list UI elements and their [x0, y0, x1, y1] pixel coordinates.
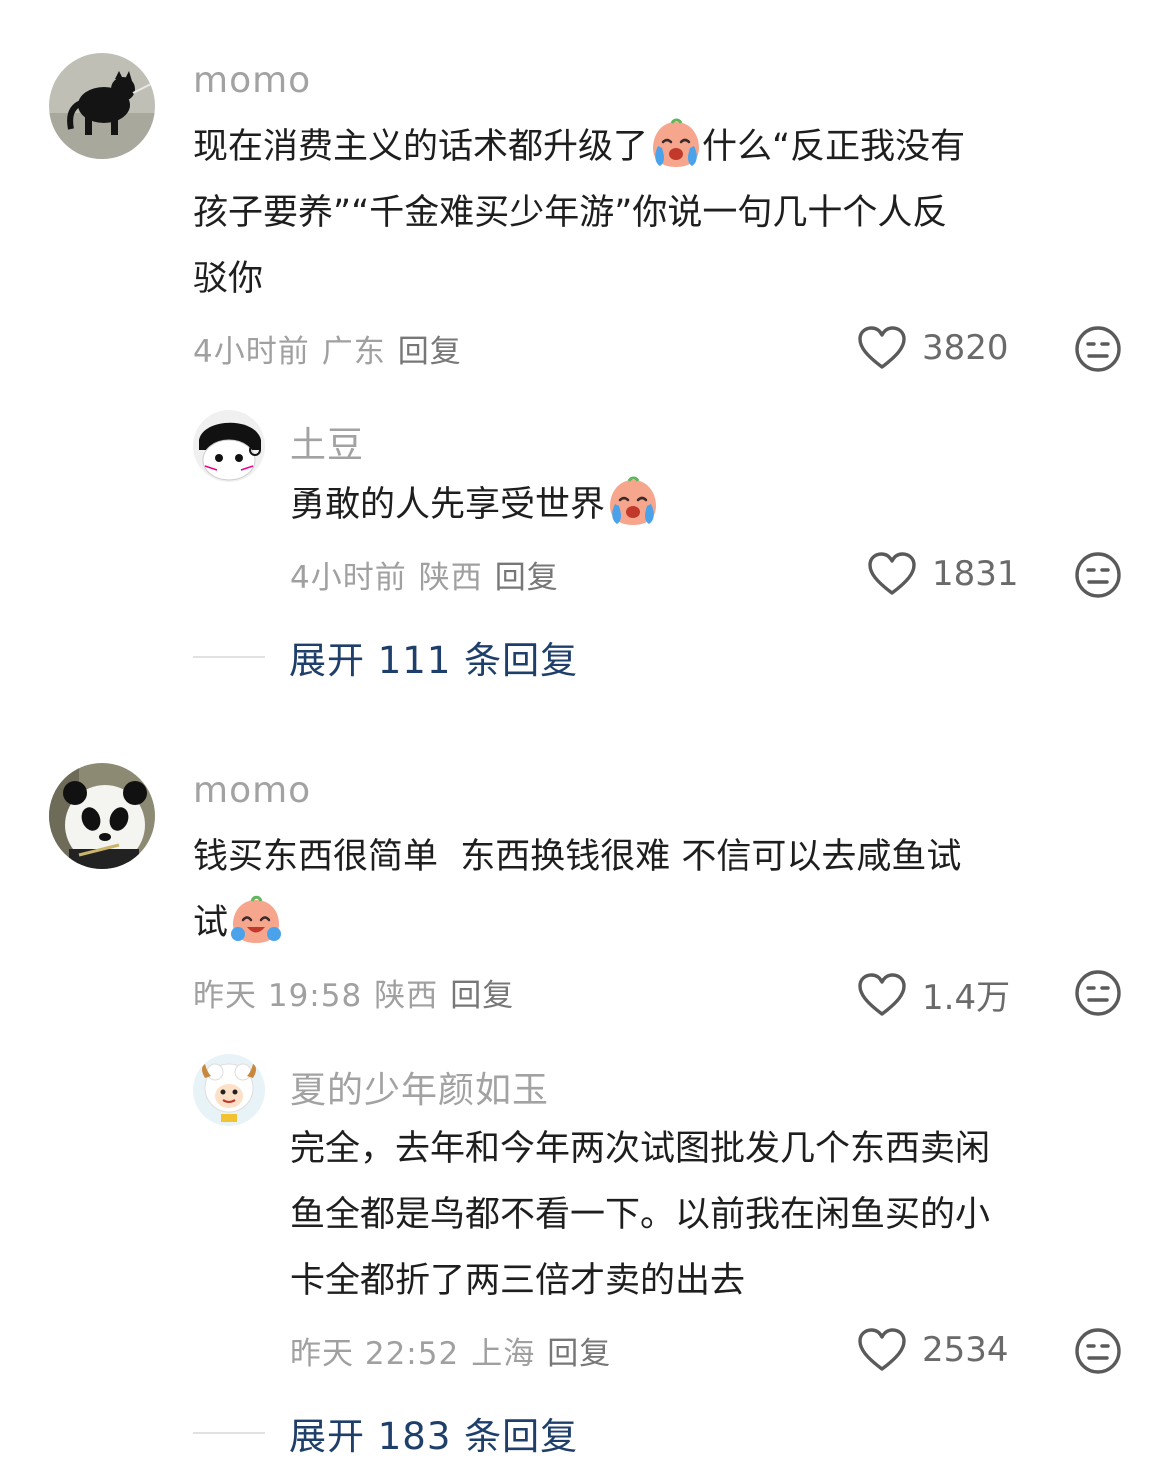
comment-username[interactable]: momo	[193, 60, 311, 101]
cry-laugh-icon	[607, 476, 659, 528]
reply-text-line: 完全，去年和今年两次试图批发几个东西卖闲	[290, 1129, 991, 1169]
expand-replies-label: 展开 183 条回复	[289, 1415, 579, 1458]
reply-button[interactable]: 回复	[398, 334, 462, 370]
heart-outline-icon	[858, 1328, 906, 1372]
like-button[interactable]: 1.4万	[858, 970, 1010, 1019]
expand-replies-button[interactable]: 展开 183 条回复	[193, 1406, 578, 1460]
comment-text-segment: 试	[193, 903, 229, 943]
like-button[interactable]: 1831	[868, 552, 1019, 596]
comment-text-line: 钱买东西很简单 东西换钱很难 不信可以去咸鱼试	[193, 837, 962, 877]
reply-location: 陕西	[418, 560, 483, 596]
meh-face-icon	[1074, 969, 1122, 1017]
meh-face-icon	[1074, 551, 1122, 599]
meh-face-icon	[1074, 1327, 1122, 1375]
reply-username[interactable]: 土豆	[290, 416, 364, 468]
reply-meta: 昨天 22:52 上海 回复	[290, 1328, 623, 1373]
heart-outline-icon	[868, 552, 916, 596]
laugh-tears-icon	[230, 894, 282, 946]
like-count: 2534	[922, 1330, 1009, 1370]
avatar[interactable]	[49, 53, 155, 159]
reply-location: 上海	[471, 1336, 536, 1372]
comment-time: 4小时前	[193, 334, 310, 370]
like-button[interactable]: 2534	[858, 1328, 1009, 1372]
expand-replies-label: 展开 111 条回复	[289, 639, 579, 682]
heart-outline-icon	[858, 326, 906, 370]
reply-text: 完全，去年和今年两次试图批发几个东西卖闲 鱼全都是鸟都不看一下。以前我在闲鱼买的…	[290, 1116, 1140, 1314]
reply-time: 4小时前	[290, 560, 407, 596]
comment-meta: 4小时前 广东 回复	[193, 326, 474, 371]
expand-replies-button[interactable]: 展开 111 条回复	[193, 630, 578, 684]
divider	[193, 1432, 265, 1434]
reply-button[interactable]: 回复	[450, 978, 514, 1014]
comment-text: 钱买东西很简单 东西换钱很难 不信可以去咸鱼试 试	[193, 824, 1133, 956]
like-count: 1.4万	[922, 978, 1011, 1018]
reply-button[interactable]: 回复	[547, 1336, 611, 1372]
comment-meta: 昨天 19:58 陕西 回复	[193, 970, 526, 1015]
comment-thread: momo 现在消费主义的话术都升级了 什么“反正我没有 孩子要养”“千金难买少年游…	[0, 0, 1170, 1476]
like-count: 3820	[922, 328, 1009, 368]
comment-text-line: 驳你	[193, 259, 264, 299]
reply-button[interactable]: 回复	[495, 560, 559, 596]
avatar[interactable]	[193, 410, 265, 482]
heart-outline-icon	[858, 973, 906, 1017]
comment-username[interactable]: momo	[193, 770, 311, 811]
dislike-button[interactable]	[1074, 551, 1122, 599]
reply-meta: 4小时前 陕西 回复	[290, 552, 571, 597]
like-button[interactable]: 3820	[858, 326, 1009, 370]
meh-face-icon	[1074, 325, 1122, 373]
comment-location: 陕西	[374, 978, 439, 1014]
reply-text: 勇敢的人先享受世界	[290, 472, 659, 538]
reply-time: 昨天 22:52	[290, 1336, 460, 1372]
avatar[interactable]	[193, 1054, 265, 1126]
divider	[193, 656, 265, 658]
reply-text-line: 卡全都折了两三倍才卖的出去	[290, 1261, 746, 1301]
comment-text: 现在消费主义的话术都升级了 什么“反正我没有 孩子要养”“千金难买少年游”你说一句…	[193, 114, 1133, 312]
comment-text-segment: 什么“反正我没有	[702, 127, 966, 167]
comment-location: 广东	[321, 334, 386, 370]
like-count: 1831	[932, 554, 1019, 594]
dislike-button[interactable]	[1074, 1327, 1122, 1375]
cry-laugh-icon	[650, 118, 702, 170]
reply-text-segment: 勇敢的人先享受世界	[290, 485, 606, 525]
dislike-button[interactable]	[1074, 969, 1122, 1017]
comment-text-line: 孩子要养”“千金难买少年游”你说一句几十个人反	[193, 193, 948, 233]
reply-username[interactable]: 夏的少年颜如玉	[290, 1061, 549, 1113]
dislike-button[interactable]	[1074, 325, 1122, 373]
reply-text-line: 鱼全都是鸟都不看一下。以前我在闲鱼买的小	[290, 1195, 991, 1235]
comment-text-segment: 现在消费主义的话术都升级了	[193, 127, 649, 167]
avatar[interactable]	[49, 763, 155, 869]
comment-time: 昨天 19:58	[193, 978, 363, 1014]
